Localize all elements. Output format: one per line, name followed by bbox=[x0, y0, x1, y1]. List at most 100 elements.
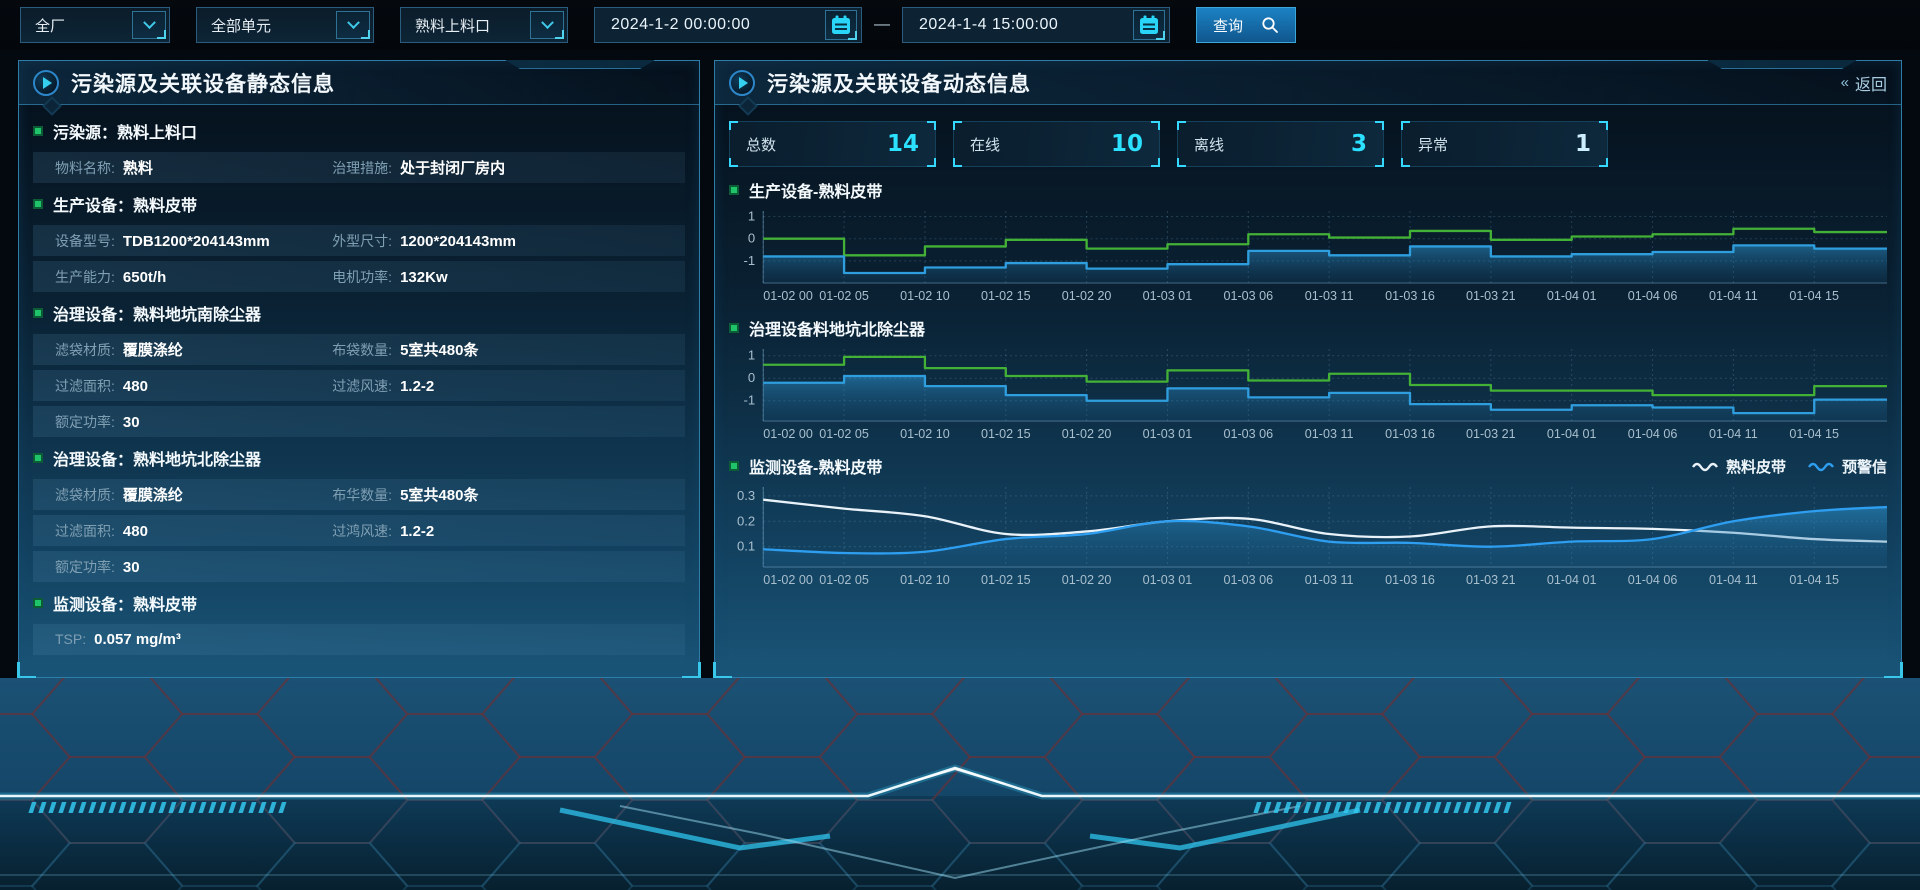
svg-text:01-04 15: 01-04 15 bbox=[1789, 289, 1839, 303]
svg-text:01-03 06: 01-03 06 bbox=[1223, 289, 1273, 303]
green-square-icon bbox=[33, 199, 43, 209]
detail-cell: 过滤面积:480 bbox=[55, 521, 332, 541]
detail-value: TDB1200*204143mm bbox=[123, 233, 270, 250]
unit-select-value: 全部单元 bbox=[211, 15, 271, 36]
start-datetime-input[interactable]: 2024-1-2 00:00:00 bbox=[594, 7, 862, 43]
chart-治理设备料地坑北除尘器: 治理设备料地坑北除尘器10-101-02 0001-02 0501-02 100… bbox=[729, 313, 1887, 445]
detail-row: 物料名称:熟料治理措施:处于封闭厂房内 bbox=[33, 152, 685, 183]
green-square-icon bbox=[33, 126, 43, 136]
query-button-label: 查询 bbox=[1213, 15, 1243, 36]
chart-plot[interactable]: 0.30.20.101-02 0001-02 0501-02 1001-02 1… bbox=[729, 481, 1887, 591]
detail-row: 额定功率:30 bbox=[33, 406, 685, 437]
stat-box-离线: 离线3 bbox=[1177, 121, 1384, 167]
section-row: 治理设备：熟料地坑北除尘器 bbox=[33, 442, 685, 474]
unit-select[interactable]: 全部单元 bbox=[196, 7, 374, 43]
factory-select[interactable]: 全厂 bbox=[20, 7, 170, 43]
back-button[interactable]: « 返回 bbox=[1841, 71, 1887, 95]
svg-text:01-03 01: 01-03 01 bbox=[1143, 289, 1193, 303]
stat-value: 1 bbox=[1575, 131, 1591, 157]
dynamic-info-header: 污染源及关联设备动态信息 « 返回 bbox=[715, 61, 1901, 105]
calendar-icon[interactable] bbox=[825, 10, 857, 40]
factory-select-value: 全厂 bbox=[35, 15, 65, 36]
detail-value: 650t/h bbox=[123, 269, 166, 286]
svg-text:01-02 10: 01-02 10 bbox=[900, 289, 950, 303]
chart-plot[interactable]: 10-101-02 0001-02 0501-02 1001-02 1501-0… bbox=[729, 205, 1887, 307]
detail-label: 布华数量: bbox=[332, 485, 392, 505]
legend-item[interactable]: 预警信 bbox=[1808, 456, 1887, 477]
chart-plot[interactable]: 10-101-02 0001-02 0501-02 1001-02 1501-0… bbox=[729, 343, 1887, 445]
detail-label: 过鸿风速: bbox=[332, 521, 392, 541]
detail-value: 132Kw bbox=[400, 269, 448, 286]
squiggle-line-icon bbox=[1808, 460, 1834, 472]
detail-label: 过滤面积: bbox=[55, 376, 115, 396]
detail-label: 生产能力: bbox=[55, 267, 115, 287]
section-row: 污染源：熟料上料口 bbox=[33, 115, 685, 147]
svg-text:01-04 01: 01-04 01 bbox=[1547, 289, 1597, 303]
search-icon bbox=[1261, 16, 1279, 34]
svg-text:01-02 10: 01-02 10 bbox=[900, 573, 950, 587]
svg-text:01-04 01: 01-04 01 bbox=[1547, 573, 1597, 587]
detail-value: 1200*204143mm bbox=[400, 233, 516, 250]
stat-label: 总数 bbox=[746, 134, 776, 155]
detail-label: 额定功率: bbox=[55, 557, 115, 577]
back-button-label: 返回 bbox=[1855, 71, 1887, 95]
section-title: 治理设备：熟料地坑北除尘器 bbox=[53, 446, 261, 470]
play-circle-icon bbox=[33, 70, 59, 96]
svg-text:01-04 06: 01-04 06 bbox=[1628, 573, 1678, 587]
svg-text:01-02 15: 01-02 15 bbox=[981, 289, 1031, 303]
green-square-icon bbox=[33, 308, 43, 318]
detail-cell: TSP:0.057 mg/m³ bbox=[55, 631, 408, 648]
detail-value: 30 bbox=[123, 414, 140, 431]
chevron-down-icon[interactable] bbox=[336, 11, 370, 39]
detail-label: 物料名称: bbox=[55, 158, 115, 178]
detail-label: 过滤风速: bbox=[332, 376, 392, 396]
svg-text:-1: -1 bbox=[744, 253, 756, 268]
detail-value: 1.2-2 bbox=[400, 523, 434, 540]
detail-label: 电机功率: bbox=[332, 267, 392, 287]
svg-text:01-02 20: 01-02 20 bbox=[1062, 573, 1112, 587]
stat-value: 3 bbox=[1351, 131, 1367, 157]
green-square-icon bbox=[729, 185, 739, 195]
svg-text:1: 1 bbox=[748, 348, 755, 363]
static-info-header: 污染源及关联设备静态信息 bbox=[19, 61, 699, 105]
chevron-down-icon[interactable] bbox=[530, 11, 564, 39]
filter-bar: 全厂 全部单元 熟料上料口 2024-1-2 00:00:00 — 2024-1… bbox=[0, 0, 1920, 50]
legend-item[interactable]: 熟料皮带 bbox=[1692, 456, 1786, 477]
end-datetime-input[interactable]: 2024-1-4 15:00:00 bbox=[902, 7, 1170, 43]
green-square-icon bbox=[729, 323, 739, 333]
section-row: 治理设备：熟料地坑南除尘器 bbox=[33, 297, 685, 329]
dynamic-info-title: 污染源及关联设备动态信息 bbox=[767, 68, 1031, 98]
pollution-source-select[interactable]: 熟料上料口 bbox=[400, 7, 568, 43]
svg-text:01-04 15: 01-04 15 bbox=[1789, 573, 1839, 587]
section-title: 监测设备：熟料皮带 bbox=[53, 591, 197, 615]
svg-text:01-03 16: 01-03 16 bbox=[1385, 289, 1435, 303]
detail-label: 布袋数量: bbox=[332, 340, 392, 360]
query-button[interactable]: 查询 bbox=[1196, 7, 1296, 43]
detail-row: TSP:0.057 mg/m³ bbox=[33, 624, 685, 655]
svg-text:01-03 16: 01-03 16 bbox=[1385, 427, 1435, 441]
range-separator: — bbox=[874, 16, 890, 34]
calendar-icon[interactable] bbox=[1133, 10, 1165, 40]
svg-text:01-02 00: 01-02 00 bbox=[763, 289, 813, 303]
chevron-down-icon[interactable] bbox=[132, 11, 166, 39]
detail-cell: 过滤风速: 1.2-2 bbox=[332, 376, 685, 396]
detail-value: 1.2-2 bbox=[400, 378, 434, 395]
section-title: 治理设备：熟料地坑南除尘器 bbox=[53, 301, 261, 325]
dynamic-info-panel: 污染源及关联设备动态信息 « 返回 总数14在线10离线3异常1 生产设备-熟料… bbox=[714, 60, 1902, 678]
detail-label: 滤袋材质: bbox=[55, 485, 115, 505]
detail-row: 设备型号:TDB1200*204143mm外型尺寸:1200*204143mm bbox=[33, 225, 685, 256]
chart-legend: 熟料皮带 预警信 bbox=[1692, 456, 1887, 477]
detail-cell: 生产能力: 650t/h bbox=[55, 267, 332, 287]
detail-value: 覆膜涤纶 bbox=[123, 484, 183, 505]
section-row: 生产设备：熟料皮带 bbox=[33, 188, 685, 220]
detail-cell: 额定功率:30 bbox=[55, 412, 408, 432]
stat-box-总数: 总数14 bbox=[729, 121, 936, 167]
chart-title: 生产设备-熟料皮带 bbox=[749, 178, 882, 202]
charts-area: 生产设备-熟料皮带 10-101-02 0001-02 0501-02 1001-… bbox=[715, 173, 1901, 591]
device-stats: 总数14在线10离线3异常1 bbox=[715, 105, 1901, 173]
detail-row: 过滤面积:480过鸿风速: 1.2-2 bbox=[33, 515, 685, 546]
detail-value: 0.057 mg/m³ bbox=[94, 631, 181, 648]
svg-text:0.1: 0.1 bbox=[737, 539, 755, 554]
detail-cell: 布华数量:5室共480条 bbox=[332, 484, 685, 505]
svg-text:01-03 21: 01-03 21 bbox=[1466, 427, 1516, 441]
